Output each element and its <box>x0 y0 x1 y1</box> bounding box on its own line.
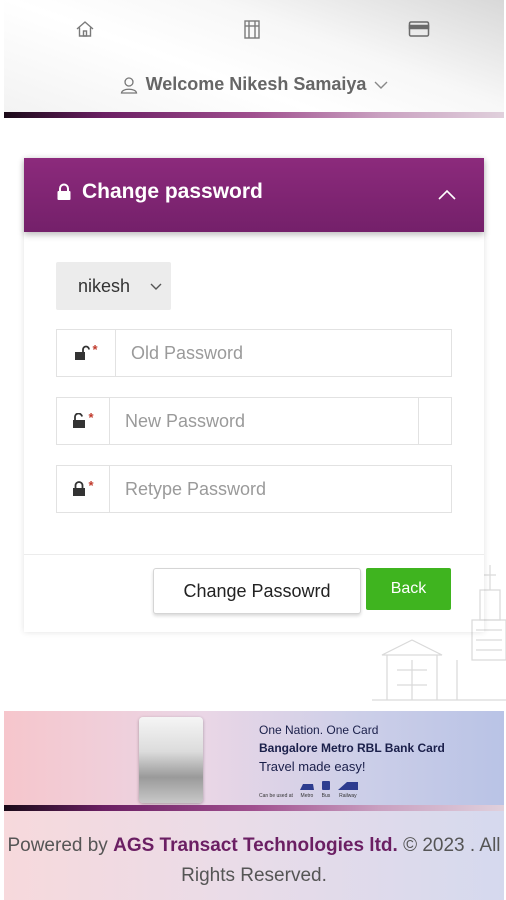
footer-company: AGS Transact Technologies ltd. <box>113 835 398 856</box>
new-password-addon: * <box>57 398 110 444</box>
password-strength-addon <box>418 398 451 444</box>
transport-modes: Can be used at Metro Bus Railway <box>259 780 445 799</box>
new-password-row: * <box>56 397 452 445</box>
railway-mode: Railway <box>337 780 359 799</box>
banner-line-2: Bangalore Metro RBL Bank Card <box>259 741 445 755</box>
promo-banner[interactable]: One Nation. One Card Bangalore Metro RBL… <box>4 711 504 805</box>
mode-label: Railway <box>339 793 357 799</box>
chevron-down-icon <box>150 283 162 290</box>
bus-mode: Bus <box>321 780 331 799</box>
mode-label: Bus <box>321 793 331 799</box>
temple-watermark <box>372 565 506 701</box>
welcome-text: Welcome Nikesh Samaiya <box>145 74 367 94</box>
lock-icon <box>57 183 71 200</box>
mode-label: Metro <box>300 793 314 799</box>
chevron-down-icon <box>374 81 388 89</box>
retype-password-row: * <box>56 465 452 513</box>
top-header: Welcome Nikesh Samaiya <box>4 0 504 118</box>
banner-line-3: Travel made easy! <box>259 759 366 774</box>
unlock-icon <box>73 413 86 428</box>
username-value: nikesh <box>78 275 131 296</box>
retype-password-addon: * <box>57 466 110 512</box>
required-marker: * <box>88 409 94 425</box>
user-icon <box>120 76 137 94</box>
old-password-addon: * <box>57 330 116 376</box>
metro-icon <box>299 784 314 790</box>
unlock-icon <box>75 345 91 360</box>
header-divider <box>4 112 504 118</box>
card-title: Change password <box>56 180 263 204</box>
building-icon[interactable] <box>241 18 263 40</box>
nav-bar <box>4 18 504 42</box>
required-marker: * <box>88 477 94 493</box>
username-select[interactable]: nikesh <box>56 262 171 310</box>
banner-line-1: One Nation. One Card <box>259 723 379 737</box>
new-password-input[interactable] <box>110 398 418 444</box>
welcome-menu[interactable]: Welcome Nikesh Samaiya <box>4 74 504 95</box>
retype-password-input[interactable] <box>110 466 451 512</box>
card-title-text: Change password <box>82 180 263 203</box>
home-icon[interactable] <box>74 18 96 40</box>
required-marker: * <box>92 341 98 357</box>
old-password-row: * <box>56 329 452 377</box>
footer-prefix: Powered by <box>7 835 108 856</box>
card-header[interactable]: Change password <box>24 158 484 232</box>
usage-caption: Can be used at <box>259 793 293 799</box>
banner-text: One Nation. One Card Bangalore Metro RBL… <box>259 723 445 799</box>
card-icon[interactable] <box>408 18 430 40</box>
train-icon <box>337 782 358 790</box>
lock-icon <box>73 481 86 496</box>
chevron-up-icon[interactable] <box>436 184 458 206</box>
metro-card-image <box>139 717 203 803</box>
old-password-input[interactable] <box>116 330 451 376</box>
metro-mode: Metro <box>299 782 315 799</box>
bus-icon <box>321 781 330 790</box>
page-footer: Powered by AGS Transact Technologies ltd… <box>4 811 504 900</box>
change-password-button[interactable]: Change Passowrd <box>153 568 361 614</box>
